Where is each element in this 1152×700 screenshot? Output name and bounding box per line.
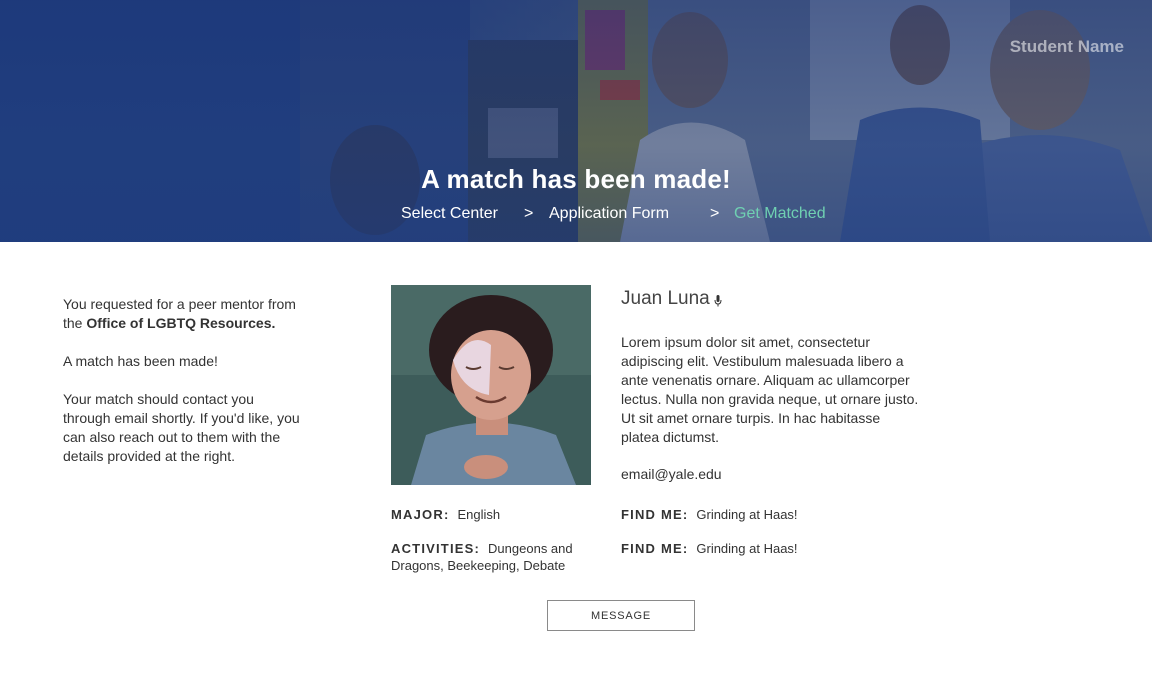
hero-banner: Student Name A match has been made! Sele… (0, 0, 1152, 242)
office-name: Office of LGBTQ Resources. (86, 315, 276, 331)
contact-note: Your match should contact you through em… (63, 391, 300, 464)
mentor-name-row: Juan Luna (621, 288, 722, 310)
microphone-icon[interactable] (714, 295, 722, 307)
activities-label: ACTIVITIES: (391, 541, 481, 556)
find-me-label: FIND ME: (621, 507, 689, 522)
match-summary: You requested for a peer mentor from the… (63, 295, 303, 485)
breadcrumb-separator: > (710, 205, 720, 222)
major-label: MAJOR: (391, 507, 450, 522)
breadcrumb-select-center[interactable]: Select Center (401, 205, 498, 223)
request-text: You requested for a peer mentor from the… (63, 296, 296, 331)
activities-field: ACTIVITIES: Dungeons and Dragons, Beekeep… (391, 540, 596, 574)
mentor-photo (391, 285, 591, 485)
breadcrumb-get-matched: Get Matched (734, 205, 826, 222)
major-field: MAJOR: English (391, 506, 500, 523)
message-button[interactable]: MESSAGE (547, 600, 695, 631)
find-me-field: FIND ME: Grinding at Haas! (621, 506, 798, 523)
major-value: English (457, 507, 501, 522)
mentor-photo-image (391, 285, 591, 485)
breadcrumb-application-form[interactable]: Application Form (549, 205, 669, 223)
breadcrumb-separator: > (524, 205, 534, 222)
find-me-field: FIND ME: Grinding at Haas! (621, 540, 798, 557)
breadcrumb: Select Center > Application Form > Get M… (0, 205, 1152, 227)
mentor-name: Juan Luna (621, 288, 710, 309)
mentor-email[interactable]: email@yale.edu (621, 466, 722, 482)
find-me-label: FIND ME: (621, 541, 689, 556)
match-confirmation: A match has been made! (63, 353, 218, 369)
page-title: A match has been made! (421, 164, 731, 194)
find-me-value: Grinding at Haas! (696, 507, 798, 522)
student-name-link[interactable]: Student Name (1010, 37, 1124, 57)
find-me-value: Grinding at Haas! (696, 541, 798, 556)
mentor-bio: Lorem ipsum dolor sit amet, consectetur … (621, 334, 919, 445)
